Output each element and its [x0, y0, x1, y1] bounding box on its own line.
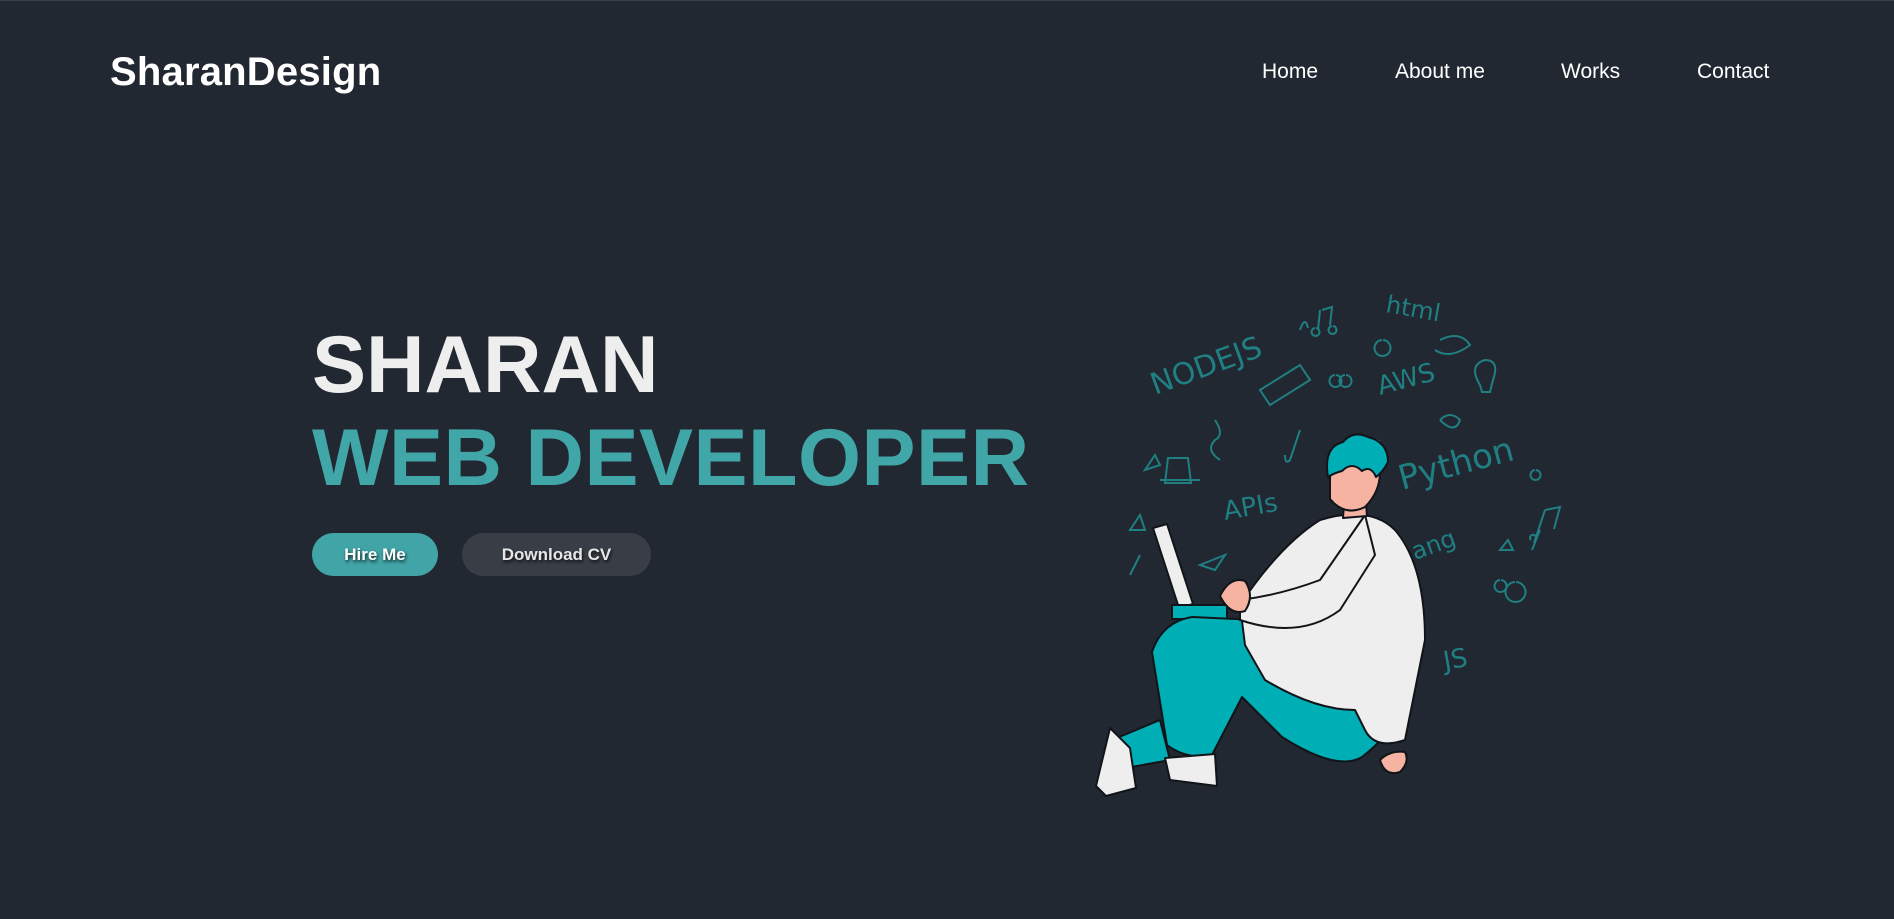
- nav-item-works[interactable]: Works: [1561, 60, 1620, 84]
- doodle-html: html: [1384, 290, 1443, 327]
- nav-item-home[interactable]: Home: [1262, 60, 1318, 84]
- hero-role: WEB DEVELOPER: [312, 413, 1030, 503]
- doodle-apis: APIs: [1221, 488, 1280, 527]
- hero-name: SHARAN: [312, 320, 659, 410]
- main-nav: Home About me Works Contact: [0, 60, 1894, 90]
- nav-item-about[interactable]: About me: [1395, 60, 1485, 84]
- developer-figure: [1095, 433, 1426, 797]
- doodle-python: Python: [1394, 430, 1518, 499]
- top-border: [0, 0, 1894, 1]
- developer-illustration: html NODEJS AWS Python APIs ang JS: [1095, 290, 1562, 797]
- hire-me-button[interactable]: Hire Me: [312, 533, 438, 576]
- doodle-aws: AWS: [1374, 358, 1438, 402]
- doodle-ang: ang: [1407, 524, 1459, 566]
- doodle-js: JS: [1439, 643, 1470, 677]
- nav-item-contact[interactable]: Contact: [1697, 60, 1769, 84]
- download-cv-button[interactable]: Download CV: [462, 533, 651, 576]
- doodle-nodejs: NODEJS: [1146, 330, 1267, 403]
